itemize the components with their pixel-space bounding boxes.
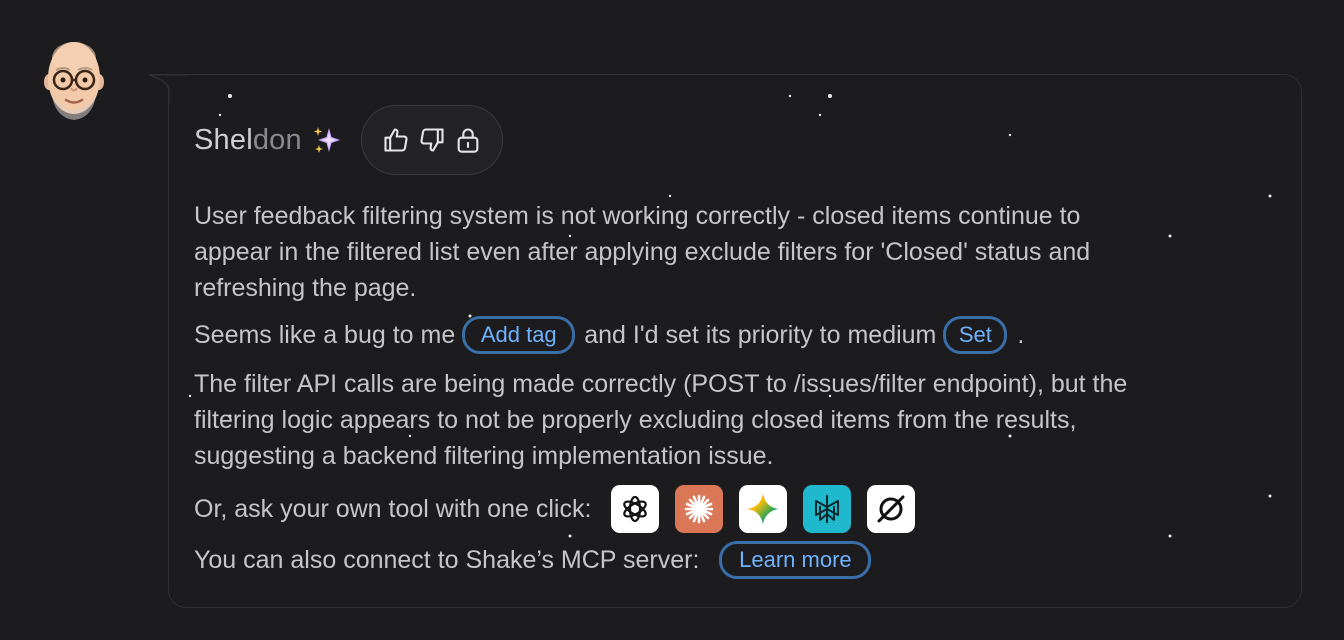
lock-icon bbox=[457, 128, 479, 153]
add-tag-button[interactable]: Add tag bbox=[462, 316, 576, 354]
summary-line: User feedback filtering system is not wo… bbox=[194, 202, 1081, 230]
sparkles-icon bbox=[313, 127, 340, 153]
priority-text: and I'd set its priority to medium bbox=[584, 321, 937, 349]
summary-line: refreshing the page. bbox=[194, 274, 417, 302]
set-priority-button[interactable]: Set bbox=[943, 316, 1008, 354]
author-name-main: Shel bbox=[194, 123, 253, 156]
thumbs-up-button[interactable] bbox=[381, 125, 411, 155]
author-name: Sheldon bbox=[194, 124, 302, 157]
ai-tools-list bbox=[611, 485, 916, 533]
ask-tools-line: Or, ask your own tool with one click: bbox=[194, 485, 916, 533]
cursor-button[interactable] bbox=[867, 485, 916, 533]
classification-line: Seems like a bug to me Add tag and I'd s… bbox=[194, 316, 1024, 354]
claude-icon bbox=[685, 494, 714, 524]
perplexity-button[interactable] bbox=[803, 485, 852, 533]
feedback-group bbox=[360, 105, 503, 175]
summary-paragraph: User feedback filtering system is not wo… bbox=[194, 198, 1090, 306]
learn-more-button[interactable]: Learn more bbox=[719, 541, 872, 579]
author-name-faded: don bbox=[252, 123, 302, 156]
lock-button[interactable] bbox=[453, 125, 483, 155]
detail-line: filtering logic appears to not be proper… bbox=[194, 406, 1077, 434]
thumbs-down-icon bbox=[420, 128, 444, 152]
avatar bbox=[44, 42, 104, 120]
bubble-tail bbox=[148, 74, 188, 103]
priority-suffix: . bbox=[1017, 321, 1025, 349]
detail-paragraph: The filter API calls are being made corr… bbox=[194, 366, 1127, 474]
detail-line: The filter API calls are being made corr… bbox=[194, 370, 1128, 398]
gemini-icon bbox=[747, 493, 780, 525]
gemini-button[interactable] bbox=[739, 485, 788, 533]
perplexity-icon bbox=[815, 495, 840, 523]
summary-line: appear in the filtered list even after a… bbox=[194, 238, 1091, 266]
claude-button[interactable] bbox=[675, 485, 724, 533]
message-header: Sheldon bbox=[194, 104, 503, 176]
chatgpt-icon bbox=[623, 495, 648, 523]
chatgpt-button[interactable] bbox=[611, 485, 660, 533]
mcp-line: You can also connect to Shake’s MCP serv… bbox=[194, 541, 872, 579]
thumbs-up-icon bbox=[384, 128, 408, 152]
bug-text: Seems like a bug to me bbox=[194, 321, 456, 349]
cursor-icon bbox=[877, 495, 905, 523]
ask-text: Or, ask your own tool with one click: bbox=[194, 495, 592, 523]
mcp-text: You can also connect to Shake’s MCP serv… bbox=[194, 546, 700, 574]
detail-line: suggesting a backend filtering implement… bbox=[194, 442, 774, 470]
chat-page: Sheldon User feedback filtering system i… bbox=[0, 0, 1344, 640]
thumbs-down-button[interactable] bbox=[417, 125, 447, 155]
